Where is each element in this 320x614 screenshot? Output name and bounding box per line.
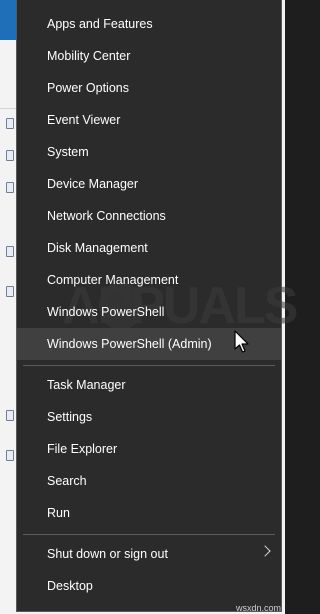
menu-item-windows-powershell[interactable]: Windows PowerShell xyxy=(17,296,281,328)
menu-item-search[interactable]: Search xyxy=(17,465,281,497)
menu-item-network-connections[interactable]: Network Connections xyxy=(17,200,281,232)
background-divider xyxy=(0,108,16,109)
menu-item-label: Run xyxy=(47,506,70,520)
menu-item-power-options[interactable]: Power Options xyxy=(17,72,281,104)
menu-item-label: Apps and Features xyxy=(47,17,153,31)
menu-item-file-explorer[interactable]: File Explorer xyxy=(17,433,281,465)
chevron-right-icon xyxy=(259,545,271,557)
menu-separator xyxy=(23,365,275,366)
menu-item-label: Disk Management xyxy=(47,241,148,255)
background-icon xyxy=(6,286,14,297)
menu-item-label: File Explorer xyxy=(47,442,118,456)
background-icon xyxy=(6,118,14,129)
background-icon xyxy=(6,246,14,257)
menu-item-label: Mobility Center xyxy=(47,49,131,63)
menu-item-label: Search xyxy=(47,474,87,488)
mouse-pointer-icon xyxy=(234,330,249,353)
menu-item-label: Settings xyxy=(47,410,93,424)
menu-item-shut-down-or-sign-out[interactable]: Shut down or sign out xyxy=(17,538,281,570)
menu-item-disk-management[interactable]: Disk Management xyxy=(17,232,281,264)
menu-item-mobility-center[interactable]: Mobility Center xyxy=(17,40,281,72)
menu-item-event-viewer[interactable]: Event Viewer xyxy=(17,104,281,136)
menu-item-label: Event Viewer xyxy=(47,113,121,127)
menu-item-device-manager[interactable]: Device Manager xyxy=(17,168,281,200)
menu-item-label: Shut down or sign out xyxy=(47,547,168,561)
menu-item-apps-and-features[interactable]: Apps and Features xyxy=(17,8,281,40)
winx-context-menu: Apps and Features Mobility Center Power … xyxy=(16,0,298,612)
menu-item-run[interactable]: Run xyxy=(17,497,281,529)
menu-item-label: Device Manager xyxy=(47,177,139,191)
menu-item-label: Windows PowerShell (Admin) xyxy=(47,337,212,351)
menu-item-label: Desktop xyxy=(47,579,93,593)
menu-item-settings[interactable]: Settings xyxy=(17,401,281,433)
background-icon xyxy=(6,410,14,421)
menu-item-computer-management[interactable]: Computer Management xyxy=(17,264,281,296)
menu-item-label: Windows PowerShell xyxy=(47,305,165,319)
menu-item-desktop[interactable]: Desktop xyxy=(17,570,281,602)
menu-item-task-manager[interactable]: Task Manager xyxy=(17,369,281,401)
menu-item-system[interactable]: System xyxy=(17,136,281,168)
site-watermark: wsxdn.com xyxy=(235,603,281,613)
background-icon xyxy=(6,150,14,161)
menu-item-label: Network Connections xyxy=(47,209,166,223)
menu-item-label: Power Options xyxy=(47,81,129,95)
menu-separator xyxy=(23,534,275,535)
background-icon xyxy=(6,450,14,461)
menu-item-label: Computer Management xyxy=(47,273,179,287)
background-icon xyxy=(6,182,14,193)
menu-item-label: Task Manager xyxy=(47,378,126,392)
menu-item-label: System xyxy=(47,145,89,159)
background-title-bar xyxy=(0,0,16,40)
